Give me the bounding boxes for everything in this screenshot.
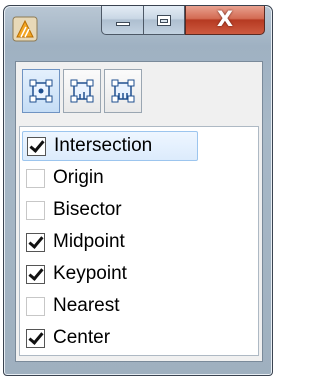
checkbox[interactable] — [26, 232, 45, 252]
snap-item-bisector[interactable]: Bisector — [22, 195, 198, 225]
snap-mode-horizontal-button[interactable] — [104, 69, 142, 113]
checkbox[interactable] — [26, 264, 45, 284]
caption-buttons: X — [101, 6, 265, 35]
snap-item-label: Intersection — [54, 135, 153, 156]
snap-settings-window: X Intersection Origin Bisector Midpoint … — [3, 5, 273, 376]
snap-item-intersection[interactable]: Intersection — [22, 131, 198, 161]
close-button[interactable]: X — [185, 6, 265, 35]
checkbox[interactable] — [26, 168, 45, 188]
close-icon: X — [216, 7, 234, 31]
snap-list: Intersection Origin Bisector Midpoint Ke… — [19, 126, 259, 356]
snap-item-label: Keypoint — [53, 263, 127, 284]
snap-toolbar — [22, 69, 142, 113]
snap-mode-vertical-icon — [70, 79, 94, 103]
checkbox[interactable] — [27, 136, 46, 156]
snap-mode-all-button[interactable] — [22, 69, 60, 113]
app-icon[interactable] — [12, 16, 38, 42]
snap-item-label: Center — [53, 327, 111, 348]
snap-item-label: Origin — [53, 167, 104, 188]
snap-item-keypoint[interactable]: Keypoint — [22, 259, 198, 289]
snap-mode-vertical-button[interactable] — [63, 69, 101, 113]
snap-item-label: Nearest — [53, 295, 120, 316]
snap-mode-all-icon — [29, 79, 53, 103]
snap-panel: Intersection Origin Bisector Midpoint Ke… — [15, 61, 263, 362]
checkbox[interactable] — [26, 328, 45, 348]
snap-mode-horizontal-icon — [111, 79, 135, 103]
minimize-button[interactable] — [101, 6, 143, 35]
snap-item-center[interactable]: Center — [22, 323, 198, 353]
minimize-icon — [115, 22, 130, 26]
snap-item-midpoint[interactable]: Midpoint — [22, 227, 198, 257]
snap-item-nearest[interactable]: Nearest — [22, 291, 198, 321]
checkbox[interactable] — [26, 200, 45, 220]
snap-item-label: Midpoint — [53, 231, 125, 252]
maximize-button[interactable] — [143, 6, 185, 35]
snap-item-origin[interactable]: Origin — [22, 163, 198, 193]
maximize-icon — [157, 14, 171, 26]
snap-item-label: Bisector — [53, 199, 122, 220]
checkbox[interactable] — [26, 296, 45, 316]
